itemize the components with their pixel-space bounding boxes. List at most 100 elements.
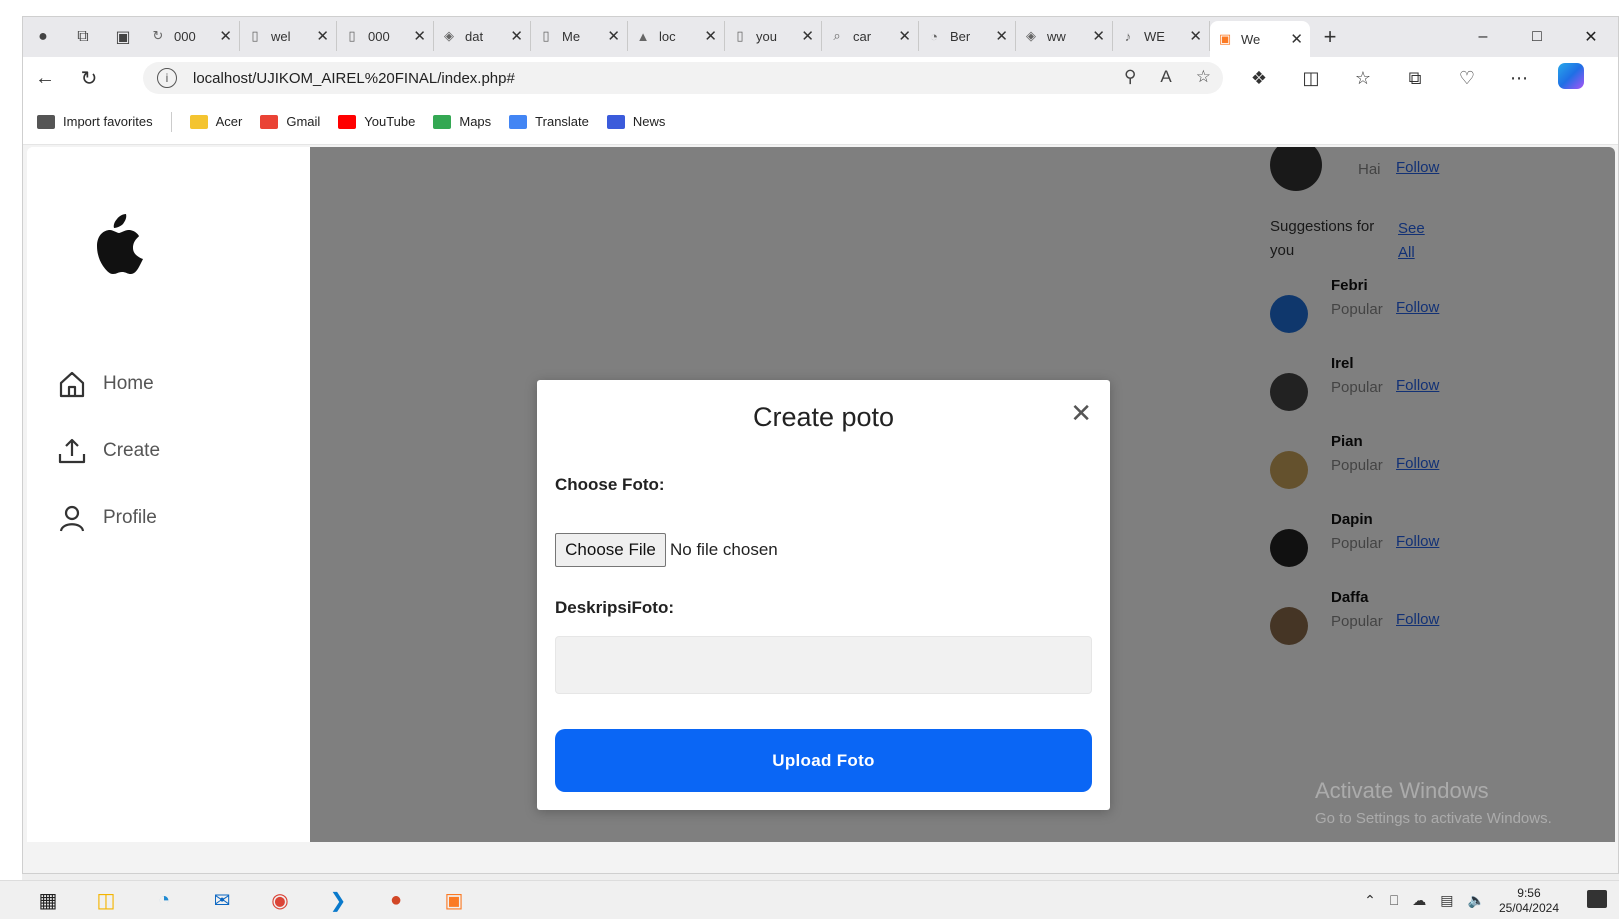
- favorite-label: Import favorites: [63, 114, 153, 129]
- copilot-icon[interactable]: [1545, 62, 1597, 94]
- favorite-1[interactable]: Acer: [189, 114, 243, 129]
- minimize-button[interactable]: –: [1456, 17, 1510, 57]
- tab-4[interactable]: ▯ Me ✕: [531, 21, 628, 51]
- favorite-icon: [37, 114, 55, 129]
- usb-icon[interactable]: ⎕: [1390, 892, 1398, 909]
- close-tab-icon[interactable]: ✕: [413, 27, 426, 45]
- favorite-0[interactable]: Import favorites: [37, 114, 153, 129]
- tab-title: We: [1241, 31, 1261, 47]
- tab-2[interactable]: ▯ 000 ✕: [337, 21, 434, 51]
- tab-11[interactable]: ▣ We ✕: [1210, 21, 1310, 57]
- user-icon: [59, 505, 85, 532]
- file-status: No file chosen: [670, 540, 778, 559]
- vscode-icon[interactable]: ❯: [320, 885, 356, 915]
- read-aloud-icon[interactable]: A: [1160, 67, 1171, 87]
- page-icon: ▯: [736, 28, 744, 43]
- more-menu-icon[interactable]: ⋯: [1493, 68, 1545, 89]
- close-window-button[interactable]: ✕: [1564, 17, 1618, 57]
- favorite-3[interactable]: YouTube: [338, 114, 415, 129]
- chevron-up-icon[interactable]: ⌃: [1364, 892, 1376, 909]
- file-explorer-icon[interactable]: ◫: [88, 885, 124, 915]
- close-tab-icon[interactable]: ✕: [510, 27, 523, 45]
- close-tab-icon[interactable]: ✕: [219, 27, 232, 45]
- favorite-2[interactable]: Gmail: [260, 114, 320, 129]
- tab-actions-icon[interactable]: ▣: [103, 17, 143, 57]
- profile-icon[interactable]: ●: [23, 17, 63, 57]
- upload-photo-button[interactable]: Upload Foto: [555, 729, 1092, 792]
- collections-icon[interactable]: ⧉: [1389, 68, 1441, 89]
- favorites-icon[interactable]: ☆: [1337, 68, 1389, 89]
- tab-title: you: [756, 28, 777, 44]
- tab-8[interactable]: ◔ Ber ✕: [919, 21, 1016, 51]
- favorite-star-icon[interactable]: ☆: [1196, 67, 1211, 87]
- close-tab-icon[interactable]: ✕: [704, 27, 717, 45]
- new-tab-button[interactable]: +: [1310, 24, 1350, 50]
- favorite-icon: [338, 114, 357, 129]
- favorite-icon: [606, 114, 625, 129]
- close-tab-icon[interactable]: ✕: [316, 27, 329, 45]
- music-icon: ♪: [1124, 28, 1132, 44]
- tab-strip: ● ⧉ ▣ ↻ 000 ✕ ▯ wel ✕ ▯ 000 ✕ ◈ dat ✕ ▯ Me ✕ ▲ loc ✕ ▯ you ✕…: [23, 17, 1618, 57]
- tab-5[interactable]: ▲ loc ✕: [628, 21, 725, 51]
- favorites-bar: Import favorites Acer Gmail YouTube Maps Tran…: [23, 99, 1618, 145]
- key-icon[interactable]: ⚲: [1124, 67, 1136, 87]
- mail-icon[interactable]: ✉: [204, 885, 240, 915]
- sidebar-item-profile[interactable]: Profile: [57, 503, 157, 533]
- extensions-icon[interactable]: ❖: [1233, 68, 1285, 89]
- maximize-button[interactable]: □: [1510, 17, 1564, 57]
- back-button[interactable]: ←: [23, 57, 67, 99]
- tab-title: Ber: [950, 28, 971, 44]
- address-bar[interactable]: i localhost/UJIKOM_AIREL%20FINAL/index.p…: [143, 62, 1223, 94]
- clock[interactable]: 9:56 25/04/2024: [1499, 886, 1559, 916]
- close-tab-icon[interactable]: ✕: [1092, 27, 1105, 45]
- split-screen-icon[interactable]: ◫: [1285, 68, 1337, 89]
- chrome-icon[interactable]: ◉: [262, 885, 298, 915]
- taskbar: ▦ ◫ ◔ ✉ ◉ ❯ ● ▣ ⌃ ⎕ ☁ ▤ 🔈 9:56 25/04/202…: [0, 880, 1619, 919]
- site-info-icon[interactable]: i: [157, 68, 177, 88]
- sidebar-item-create[interactable]: Create: [57, 436, 160, 466]
- close-tab-icon[interactable]: ✕: [1189, 27, 1202, 45]
- toolbar-actions: ❖ ◫ ☆ ⧉ ♡ ⋯: [1233, 57, 1597, 99]
- sidebar-item-home[interactable]: Home: [57, 369, 154, 399]
- db-icon: ◈: [444, 28, 454, 43]
- tab-9[interactable]: ◈ ww ✕: [1016, 21, 1113, 51]
- close-icon[interactable]: ✕: [1070, 400, 1092, 426]
- close-tab-icon[interactable]: ✕: [1290, 30, 1303, 48]
- favorite-icon: [433, 114, 452, 129]
- cloud-icon[interactable]: ☁: [1412, 892, 1426, 909]
- close-tab-icon[interactable]: ✕: [607, 27, 620, 45]
- tab-0[interactable]: ↻ 000 ✕: [143, 21, 240, 51]
- tab-7[interactable]: ⌕ car ✕: [822, 21, 919, 51]
- edge-icon[interactable]: ◔: [146, 885, 182, 915]
- favorites-divider: [170, 111, 172, 132]
- tab-10[interactable]: ♪ WE ✕: [1113, 21, 1210, 51]
- close-tab-icon[interactable]: ✕: [801, 27, 814, 45]
- favorite-icon: [189, 114, 208, 129]
- powerpoint-icon[interactable]: ●: [378, 885, 414, 915]
- favorite-4[interactable]: Maps: [433, 114, 491, 129]
- workspaces-icon[interactable]: ⧉: [63, 17, 103, 57]
- choose-file-button[interactable]: Choose File: [555, 533, 666, 567]
- favorite-label: Maps: [459, 114, 492, 129]
- home-icon: [59, 371, 85, 398]
- volume-icon[interactable]: 🔈: [1468, 892, 1485, 909]
- description-input[interactable]: [555, 636, 1092, 694]
- favorite-label: YouTube: [364, 114, 416, 129]
- favorite-6[interactable]: News: [606, 114, 665, 129]
- favorite-label: Acer: [215, 114, 243, 129]
- xampp-icon[interactable]: ▣: [436, 885, 472, 915]
- refresh-button[interactable]: ↻: [67, 57, 111, 99]
- tab-title: dat: [465, 28, 484, 44]
- close-tab-icon[interactable]: ✕: [898, 27, 911, 45]
- windows-start-icon[interactable]: ▦: [30, 885, 66, 915]
- favorite-5[interactable]: Translate: [509, 114, 589, 129]
- browser-essentials-icon[interactable]: ♡: [1441, 68, 1493, 89]
- favorite-icon: [509, 114, 528, 129]
- tab-3[interactable]: ◈ dat ✕: [434, 21, 531, 51]
- tab-6[interactable]: ▯ you ✕: [725, 21, 822, 51]
- network-icon[interactable]: ▤: [1440, 892, 1453, 909]
- tab-1[interactable]: ▯ wel ✕: [240, 21, 337, 51]
- modal-backdrop[interactable]: Create poto ✕ Choose Foto: Choose File N…: [310, 147, 1615, 842]
- close-tab-icon[interactable]: ✕: [995, 27, 1008, 45]
- notification-icon[interactable]: [1587, 890, 1607, 908]
